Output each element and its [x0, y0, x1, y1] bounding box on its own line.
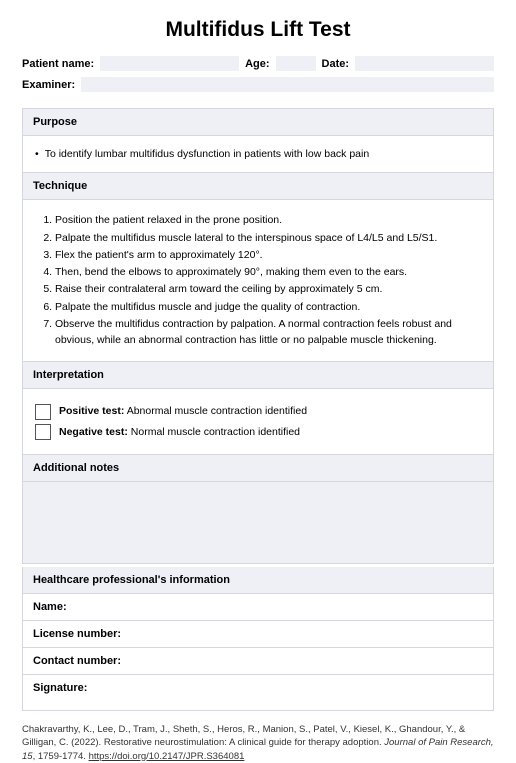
technique-step: Flex the patient's arm to approximately … — [55, 247, 479, 263]
interpretation-header: Interpretation — [22, 362, 494, 389]
hp-name-cell[interactable]: Name: — [23, 594, 494, 621]
examiner-label: Examiner: — [22, 79, 75, 91]
technique-list: Position the patient relaxed in the pron… — [37, 212, 479, 348]
technique-step: Palpate the multifidus muscle and judge … — [55, 299, 479, 315]
hp-license-cell[interactable]: License number: — [23, 620, 494, 647]
negative-label: Negative test: — [59, 426, 128, 438]
age-label: Age: — [245, 58, 269, 70]
patient-name-label: Patient name: — [22, 58, 94, 70]
technique-step: Position the patient relaxed in the pron… — [55, 212, 479, 228]
negative-checkbox[interactable] — [35, 424, 51, 440]
purpose-header: Purpose — [22, 108, 494, 136]
technique-step: Then, bend the elbows to approximately 9… — [55, 264, 479, 280]
notes-textarea[interactable] — [22, 482, 494, 564]
notes-header: Additional notes — [22, 455, 494, 482]
technique-step: Palpate the multifidus muscle lateral to… — [55, 230, 479, 246]
patient-row-2: Examiner: — [22, 77, 494, 92]
hp-signature-cell[interactable]: Signature: — [23, 674, 494, 710]
page-title: Multifidus Lift Test — [22, 18, 494, 42]
hp-contact-cell[interactable]: Contact number: — [23, 647, 494, 674]
technique-step: Raise their contralateral arm toward the… — [55, 281, 479, 297]
patient-row-1: Patient name: Age: Date: — [22, 56, 494, 71]
purpose-item: To identify lumbar multifidus dysfunctio… — [35, 148, 369, 160]
technique-header: Technique — [22, 173, 494, 200]
positive-label: Positive test: — [59, 405, 124, 417]
age-input[interactable] — [276, 56, 316, 71]
positive-test-row: Positive test: Abnormal muscle contracti… — [35, 403, 481, 419]
patient-name-input[interactable] — [100, 56, 239, 71]
hp-table: Name: License number: Contact number: Si… — [22, 594, 494, 711]
negative-test-row: Negative test: Normal muscle contraction… — [35, 424, 481, 440]
examiner-input[interactable] — [81, 77, 494, 92]
reference-mid: , 1759-1774. — [33, 751, 89, 762]
positive-desc: Abnormal muscle contraction identified — [124, 405, 307, 417]
purpose-body: To identify lumbar multifidus dysfunctio… — [22, 136, 494, 173]
date-label: Date: — [322, 58, 350, 70]
interpretation-body: Positive test: Abnormal muscle contracti… — [22, 389, 494, 455]
positive-checkbox[interactable] — [35, 404, 51, 420]
date-input[interactable] — [355, 56, 494, 71]
technique-body: Position the patient relaxed in the pron… — [22, 200, 494, 362]
hp-header: Healthcare professional's information — [22, 567, 494, 594]
reference-link[interactable]: https://doi.org/10.2147/JPR.S364081 — [89, 751, 245, 762]
technique-step: Observe the multifidus contraction by pa… — [55, 316, 479, 349]
reference: Chakravarthy, K., Lee, D., Tram, J., She… — [22, 723, 494, 763]
negative-desc: Normal muscle contraction identified — [128, 426, 300, 438]
